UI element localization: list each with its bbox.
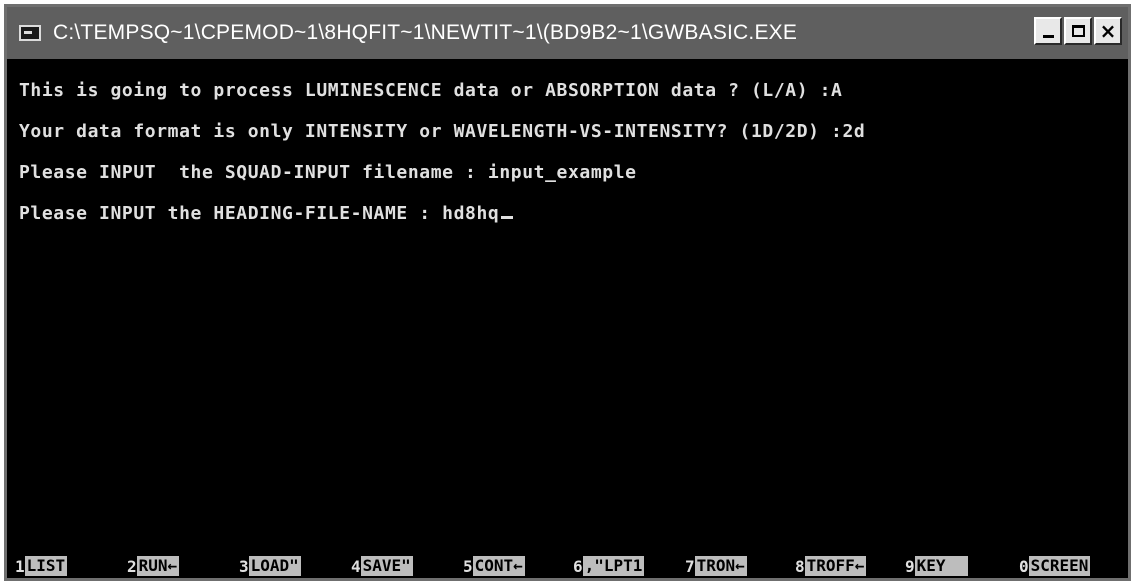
fkey-9[interactable]: 9 KEY [905,555,968,577]
fkey-1[interactable]: 1 LIST [15,555,68,577]
console-line-3: Please INPUT the SQUAD-INPUT filename : … [19,162,637,183]
maximize-button[interactable] [1064,17,1092,45]
function-key-bar: 1 LIST 2 RUN← 3 LOAD" 4 SAVE" 5 CONT← 6 ,"LPT1… [15,555,1123,579]
console-line-1: This is going to process LUMINESCENCE da… [19,80,843,101]
fkey-6-number: 6 [573,556,583,576]
fkey-2[interactable]: 2 RUN← [127,555,180,577]
fkey-8[interactable]: 8 TROFF← [795,555,867,577]
console-line-2: Your data format is only INTENSITY or WA… [19,121,866,142]
console-window: C:\TEMPSQ~1\CPEMOD~1\8HQFIT~1\NEWTIT~1\(… [4,4,1131,581]
close-icon: × [1099,19,1117,43]
console-output[interactable]: This is going to process LUMINESCENCE da… [19,81,1119,521]
minimize-button[interactable] [1034,17,1062,45]
maximize-icon [1071,25,1085,37]
fkey-3-number: 3 [239,556,249,576]
fkey-6-label: ,"LPT1 [582,556,645,576]
fkey-5[interactable]: 5 CONT← [463,555,525,577]
fkey-2-number: 2 [127,556,137,576]
console-line-4: Please INPUT the HEADING-FILE-NAME : hd8… [19,204,1119,245]
window-title: C:\TEMPSQ~1\CPEMOD~1\8HQFIT~1\NEWTIT~1\(… [53,21,798,44]
minimize-icon [1042,34,1054,38]
fkey-4-number: 4 [351,556,361,576]
fkey-1-label: LIST [24,556,68,576]
window-controls: × [1034,17,1122,45]
fkey-3[interactable]: 3 LOAD" [239,555,301,577]
close-button[interactable]: × [1094,17,1122,45]
console-app-icon[interactable] [19,25,41,41]
fkey-3-label: LOAD" [248,556,301,576]
fkey-0-label: SCREEN [1028,556,1091,576]
fkey-2-label: RUN← [136,556,180,576]
title-bar[interactable]: C:\TEMPSQ~1\CPEMOD~1\8HQFIT~1\NEWTIT~1\(… [7,7,1128,59]
fkey-8-label: TROFF← [804,556,867,576]
fkey-0-number: 0 [1019,556,1029,576]
fkey-7-label: TRON← [694,556,747,576]
fkey-5-label: CONT← [472,556,525,576]
fkey-4[interactable]: 4 SAVE" [351,555,413,577]
fkey-6[interactable]: 6 ,"LPT1 [573,555,645,577]
fkey-0[interactable]: 0 SCREEN [1019,555,1091,577]
fkey-1-number: 1 [15,556,25,576]
fkey-9-label: KEY [914,556,968,576]
fkey-7[interactable]: 7 TRON← [685,555,747,577]
fkey-5-number: 5 [463,556,473,576]
fkey-4-label: SAVE" [360,556,413,576]
fkey-7-number: 7 [685,556,695,576]
fkey-9-number: 9 [905,556,915,576]
text-cursor [501,216,514,219]
console-line-4-text: Please INPUT the HEADING-FILE-NAME : hd8… [19,203,500,224]
fkey-8-number: 8 [795,556,805,576]
